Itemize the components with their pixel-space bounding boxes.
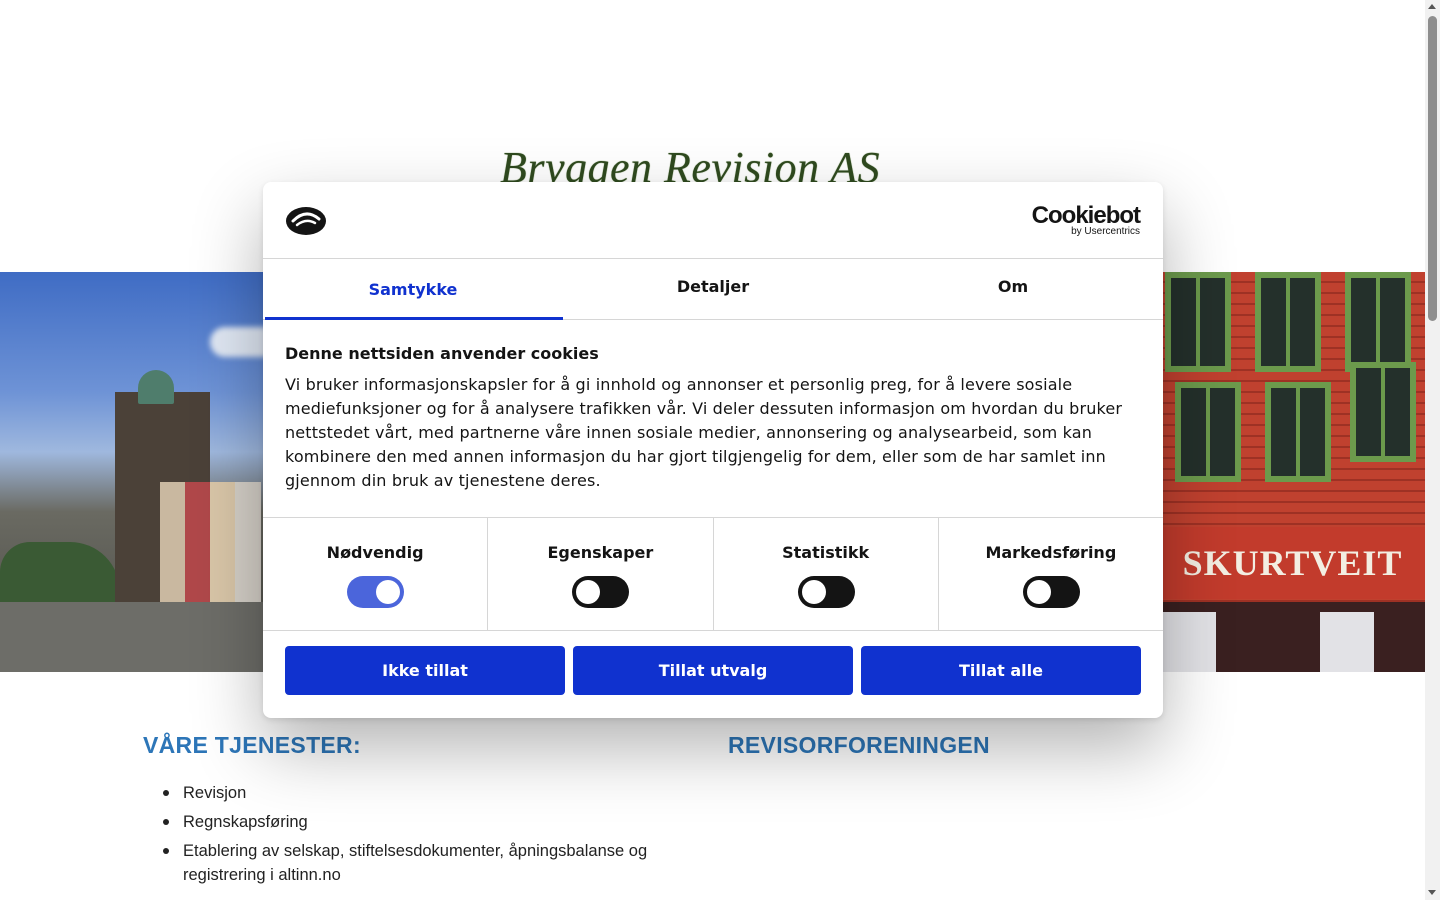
- category-label: Nødvendig: [326, 543, 424, 562]
- consent-categories: Nødvendig Egenskaper Statistikk Markedsf…: [263, 517, 1163, 631]
- hero-sign-text: SKURTVEIT: [1160, 527, 1425, 599]
- revisorforeningen-heading: REVISORFORENINGEN: [728, 732, 990, 758]
- toggle-knob: [376, 580, 401, 604]
- statistics-toggle[interactable]: [797, 576, 855, 608]
- hero-photo-skurtveit: SKURTVEIT: [1160, 272, 1425, 672]
- services-list: Revisjon Regnskapsføring Etablering av s…: [163, 781, 683, 892]
- category-statistics: Statistikk: [712, 518, 938, 630]
- category-label: Markedsføring: [985, 543, 1117, 562]
- toggle-knob: [576, 580, 601, 604]
- list-item: Etablering av selskap, stiftelsesdokumen…: [163, 839, 683, 887]
- allow-selection-button[interactable]: Tillat utvalg: [573, 646, 853, 695]
- dialog-tabs: Samtykke Detaljer Om: [263, 259, 1163, 320]
- toggle-knob: [801, 580, 826, 604]
- tab-om[interactable]: Om: [863, 259, 1163, 319]
- category-label: Egenskaper: [547, 543, 654, 562]
- tab-samtykke[interactable]: Samtykke: [263, 259, 563, 320]
- cookiebot-brand[interactable]: Cookiebot by Usercentrics: [1032, 203, 1141, 237]
- dialog-body: Denne nettsiden anvender cookies Vi bruk…: [285, 342, 1141, 493]
- page-scrollbar[interactable]: [1425, 0, 1440, 900]
- category-preferences: Egenskaper: [487, 518, 712, 630]
- dialog-title: Denne nettsiden anvender cookies: [285, 344, 599, 363]
- category-label: Statistikk: [782, 543, 870, 562]
- cookie-consent-dialog: Cookiebot by Usercentrics Samtykke Detal…: [263, 182, 1163, 718]
- category-marketing: Markedsføring: [937, 518, 1163, 630]
- scroll-thumb[interactable]: [1428, 16, 1437, 321]
- category-necessary: Nødvendig: [263, 518, 487, 630]
- deny-button[interactable]: Ikke tillat: [285, 646, 565, 695]
- preferences-toggle[interactable]: [572, 576, 630, 608]
- services-heading: VÅRE TJENESTER:: [143, 732, 361, 758]
- cookiebot-logo-icon: [286, 207, 326, 235]
- toggle-knob: [1026, 580, 1051, 604]
- dialog-buttons: Ikke tillat Tillat utvalg Tillat alle: [285, 646, 1141, 696]
- tab-detaljer[interactable]: Detaljer: [563, 259, 863, 319]
- dialog-description: Vi bruker informasjonskapsler for å gi i…: [285, 375, 1123, 490]
- allow-all-button[interactable]: Tillat alle: [861, 646, 1141, 695]
- hero-photo-bryggen: [0, 272, 280, 672]
- scroll-up-arrow-icon[interactable]: [1428, 4, 1436, 9]
- list-item: Revisjon: [163, 781, 683, 805]
- list-item: Regnskapsføring: [163, 810, 683, 834]
- dialog-header: Cookiebot by Usercentrics: [263, 182, 1163, 259]
- site-title: Bryggen Revision AS: [500, 143, 881, 182]
- marketing-toggle[interactable]: [1022, 576, 1080, 608]
- necessary-toggle[interactable]: [347, 576, 405, 608]
- scroll-down-arrow-icon[interactable]: [1428, 890, 1436, 895]
